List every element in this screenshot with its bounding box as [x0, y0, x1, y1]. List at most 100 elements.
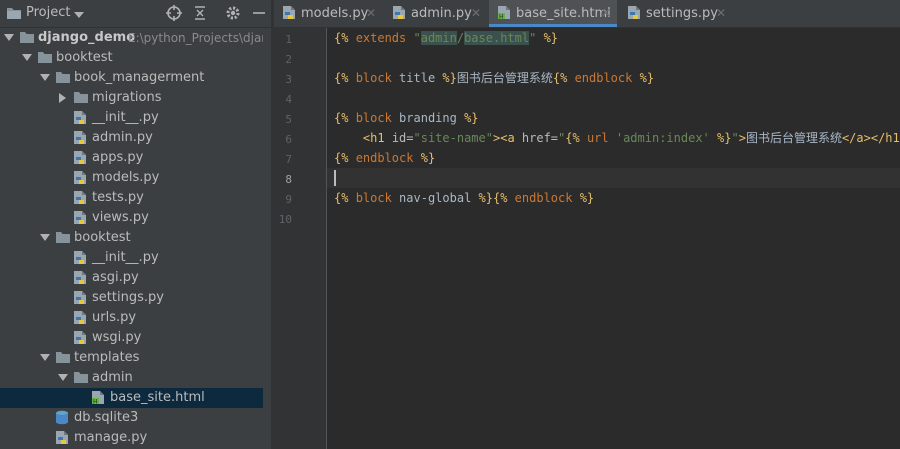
tree-item[interactable]: asgi.py — [0, 268, 271, 288]
current-line-highlight — [327, 168, 900, 188]
expand-arrow-icon[interactable] — [40, 354, 50, 361]
tree-item-label: __init__.py — [92, 110, 159, 125]
tree-item-label: __init__.py — [92, 250, 159, 265]
gear-icon[interactable] — [225, 5, 241, 21]
tree-item[interactable]: book_managerment — [0, 68, 271, 88]
tree-item[interactable]: urls.py — [0, 308, 271, 328]
code-token: nav-global — [399, 191, 479, 205]
expand-arrow-icon[interactable] — [58, 374, 68, 381]
tree-item[interactable]: settings.py — [0, 288, 271, 308]
tree-item[interactable]: views.py — [0, 208, 271, 228]
close-icon[interactable]: ✕ — [601, 6, 611, 20]
tree-item[interactable]: django_demo E:\python_Projects\djang — [0, 28, 271, 48]
folder-icon — [37, 50, 53, 66]
tree-item[interactable]: models.py — [0, 168, 271, 188]
code-token: extends — [355, 31, 414, 45]
expand-arrow-icon[interactable] — [40, 234, 50, 241]
code-token: " — [731, 131, 739, 145]
code-line[interactable]: {% block nav-global %}{% endblock %} — [334, 188, 594, 208]
code-token: {% — [334, 191, 356, 205]
tree-item[interactable]: __init__.py — [0, 248, 271, 268]
tree-item[interactable]: Hbase_site.html — [0, 388, 271, 408]
code-token: {% — [334, 151, 356, 165]
line-number-gutter: 1 2 3 4 5 6 7 8 9 10 — [274, 28, 327, 449]
code-token: {% — [334, 31, 356, 45]
tree-item[interactable]: migrations — [0, 88, 271, 108]
code-token: %} — [536, 31, 559, 45]
database-icon — [55, 410, 71, 426]
tree-item[interactable]: db.sqlite3 — [0, 408, 271, 428]
editor-tab[interactable]: Hbase_site.html ✕ — [489, 0, 617, 27]
tree-item-label: apps.py — [92, 150, 144, 165]
svg-text:H: H — [93, 399, 98, 406]
code-line[interactable]: {% block branding %} — [334, 108, 479, 128]
code-line[interactable]: {% extends "admin/base.html" %} — [334, 28, 558, 48]
code-token: 图书后台管理系统 — [745, 131, 842, 145]
line-number: 7 — [285, 153, 292, 166]
project-panel-title[interactable]: Project — [26, 5, 70, 20]
code-line[interactable]: {% endblock %} — [334, 148, 435, 168]
expand-arrow-icon[interactable] — [22, 54, 32, 61]
tree-item-label: settings.py — [92, 290, 164, 305]
close-icon[interactable]: ✕ — [366, 6, 376, 20]
editor-tab[interactable]: admin.py ✕ — [384, 0, 487, 27]
tree-item[interactable]: templates — [0, 348, 271, 368]
python-file-icon — [73, 330, 89, 346]
code-line[interactable]: {% block title %}图书后台管理系统{% endblock %} — [334, 68, 654, 88]
tree-item-label: asgi.py — [92, 270, 139, 285]
line-number: 5 — [285, 113, 292, 126]
expand-arrow-icon[interactable] — [4, 34, 14, 41]
tree-item[interactable]: admin — [0, 368, 271, 388]
expand-arrow-icon[interactable] — [40, 74, 50, 81]
code-token: url — [586, 131, 616, 145]
code-token: title — [399, 71, 443, 85]
close-icon[interactable]: ✕ — [716, 6, 726, 20]
tree-scrollbar[interactable] — [263, 28, 271, 449]
tree-item[interactable]: wsgi.py — [0, 328, 271, 348]
python-file-icon — [73, 290, 89, 306]
tree-item-label: db.sqlite3 — [74, 410, 139, 425]
editor-tab[interactable]: settings.py ✕ — [619, 0, 732, 27]
code-token: 图书后台管理系统 — [456, 71, 553, 85]
tab-label: admin.py — [411, 6, 472, 21]
project-path: E:\python_Projects\djang — [128, 31, 271, 45]
code-token: block — [355, 71, 400, 85]
code-token: admin — [420, 31, 457, 45]
python-file-icon — [55, 430, 71, 446]
tab-label: settings.py — [646, 6, 718, 21]
tree-item-label: models.py — [92, 170, 160, 185]
tree-item-label: booktest — [74, 230, 131, 245]
editor-tab[interactable]: models.py ✕ — [274, 0, 382, 27]
tree-item-label: tests.py — [92, 190, 144, 205]
tree-item[interactable]: booktest — [0, 48, 271, 68]
tree-item[interactable]: admin.py — [0, 128, 271, 148]
python-file-icon — [73, 150, 89, 166]
tree-item[interactable]: booktest — [0, 228, 271, 248]
line-number: 2 — [285, 53, 292, 66]
tree-item[interactable]: __init__.py — [0, 108, 271, 128]
python-file-icon — [73, 270, 89, 286]
tree-item[interactable]: manage.py — [0, 428, 271, 448]
chevron-down-icon[interactable] — [74, 8, 84, 23]
svg-text:H: H — [499, 14, 504, 21]
editor-area: models.py ✕ admin.py ✕ Hbase_site.html ✕ setti… — [274, 0, 900, 449]
close-icon[interactable]: ✕ — [471, 6, 481, 20]
tree-item-label: manage.py — [74, 430, 148, 445]
locate-file-icon[interactable] — [166, 5, 182, 21]
minimize-panel-icon[interactable] — [251, 5, 267, 21]
tree-item-label: urls.py — [92, 310, 137, 325]
code-token: {% — [334, 71, 356, 85]
tree-item-label: migrations — [92, 90, 162, 105]
code-line[interactable]: <h1 id="site-name" > <a href= " {% url 'admi… — [334, 128, 900, 148]
code-token: endblock — [355, 151, 421, 165]
tree-item[interactable]: tests.py — [0, 188, 271, 208]
tree-item-label: views.py — [92, 210, 149, 225]
collapse-arrow-icon[interactable] — [59, 93, 66, 103]
collapse-all-icon[interactable] — [192, 5, 208, 21]
folder-icon — [55, 350, 71, 366]
python-file-icon — [282, 5, 298, 21]
tree-item[interactable]: apps.py — [0, 148, 271, 168]
editor-tab-bar: models.py ✕ admin.py ✕ Hbase_site.html ✕ setti… — [274, 0, 900, 28]
code-token: endblock — [514, 191, 580, 205]
python-file-icon — [73, 250, 89, 266]
